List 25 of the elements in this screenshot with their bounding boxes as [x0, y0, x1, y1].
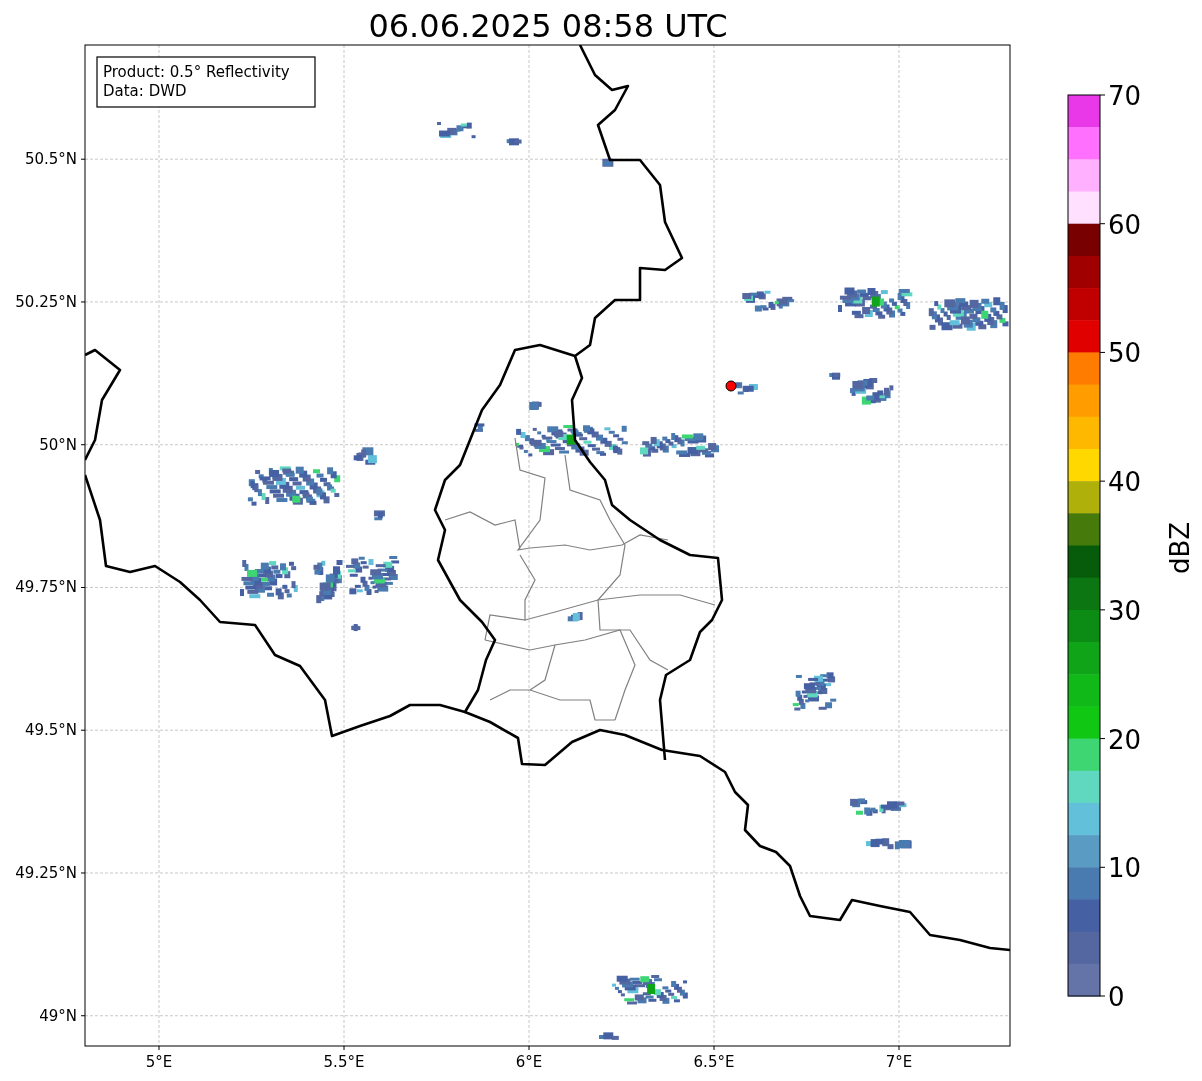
colorbar-tick-label: 60	[1108, 209, 1142, 240]
x-tick-label: 7°E	[885, 1053, 913, 1071]
x-tick-label: 5°E	[145, 1053, 173, 1071]
y-tick-label: 49.5°N	[24, 721, 77, 740]
plot-title: 06.06.2025 08:58 UTC	[368, 7, 728, 45]
y-tick-label: 49°N	[39, 1006, 77, 1025]
x-tick-label: 6.5°E	[693, 1053, 735, 1071]
x-tick-label: 6°E	[515, 1053, 543, 1071]
colorbar-tick-label: 30	[1108, 595, 1142, 626]
colorbar-tick-label: 50	[1108, 338, 1142, 369]
radar-site-marker	[725, 380, 737, 392]
y-tick-label: 50.5°N	[24, 150, 77, 169]
colorbar-tick-label: 0	[1108, 982, 1125, 1012]
colorbar-label: dBZ	[1165, 521, 1195, 575]
y-tick-label: 49.25°N	[15, 864, 77, 882]
colorbar-tick-label: 10	[1108, 853, 1142, 884]
legend-text: Data: DWD	[103, 82, 187, 100]
colorbar-tick-label: 20	[1108, 724, 1142, 755]
colorbar-tick-label: 70	[1108, 81, 1142, 111]
y-tick-label: 49.75°N	[15, 578, 77, 597]
y-tick-label: 50.25°N	[15, 292, 77, 311]
colorbar-tick-label: 40	[1108, 467, 1142, 498]
y-tick-label: 50°N	[39, 435, 77, 454]
x-tick-label: 5.5°E	[323, 1053, 365, 1071]
legend-text: Product: 0.5° Reflectivity	[103, 63, 290, 81]
